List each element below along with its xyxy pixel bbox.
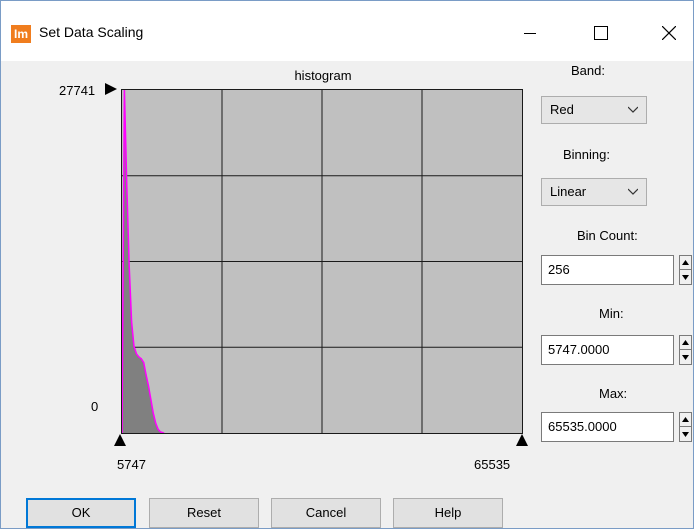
help-button[interactable]: Help bbox=[393, 498, 503, 528]
caret-up-icon bbox=[682, 417, 689, 422]
histogram-point bbox=[131, 321, 133, 323]
ok-button[interactable]: OK bbox=[26, 498, 136, 528]
y-max-label: 27741 bbox=[59, 83, 96, 98]
histogram-point bbox=[145, 374, 147, 376]
close-icon bbox=[662, 26, 676, 40]
window-title: Set Data Scaling bbox=[39, 24, 144, 40]
caret-down-icon bbox=[682, 274, 689, 280]
app-logo-icon: Im bbox=[11, 25, 31, 43]
minimize-button[interactable] bbox=[507, 15, 553, 51]
maximize-button[interactable] bbox=[578, 15, 624, 51]
band-select[interactable]: Red bbox=[541, 96, 647, 124]
caret-up-icon bbox=[682, 260, 689, 265]
max-down-button[interactable] bbox=[680, 427, 691, 441]
binning-select[interactable]: Linear bbox=[541, 178, 647, 206]
binning-label: Binning: bbox=[563, 147, 610, 162]
histogram-point bbox=[126, 185, 128, 187]
histogram-point bbox=[147, 385, 150, 387]
y-min-label: 0 bbox=[91, 399, 99, 414]
histogram-point bbox=[152, 412, 154, 414]
histogram-point bbox=[138, 356, 140, 358]
set-data-scaling-dialog: Im Set Data Scaling histogram 27741 0 57… bbox=[0, 0, 694, 529]
x-max-handle[interactable] bbox=[516, 434, 528, 446]
x-min-handle[interactable] bbox=[114, 434, 126, 446]
max-up-button[interactable] bbox=[680, 413, 691, 427]
bin-count-label: Bin Count: bbox=[577, 228, 638, 243]
binning-select-value: Linear bbox=[550, 184, 587, 199]
histogram-point bbox=[155, 422, 157, 424]
histogram-point bbox=[140, 358, 142, 360]
maximize-icon bbox=[594, 26, 608, 40]
min-label: Min: bbox=[599, 306, 624, 321]
bin-count-down-button[interactable] bbox=[680, 270, 691, 284]
histogram-point bbox=[143, 361, 145, 364]
min-up-button[interactable] bbox=[680, 336, 691, 350]
chevron-down-icon bbox=[628, 106, 638, 113]
x-min-label: 5747 bbox=[117, 457, 146, 472]
histogram-point bbox=[133, 345, 135, 347]
bin-count-spinner bbox=[679, 255, 692, 285]
histogram-point bbox=[150, 399, 152, 401]
y-max-handle[interactable] bbox=[105, 83, 117, 95]
bin-count-input[interactable]: 256 bbox=[541, 255, 674, 285]
histogram-point bbox=[128, 265, 130, 267]
max-input[interactable]: 65535.0000 bbox=[541, 412, 674, 442]
min-spinner bbox=[679, 335, 692, 365]
min-down-button[interactable] bbox=[680, 350, 691, 364]
chevron-down-icon bbox=[628, 188, 638, 195]
minimize-icon bbox=[524, 33, 536, 34]
band-select-value: Red bbox=[550, 102, 574, 117]
close-button[interactable] bbox=[646, 15, 692, 51]
min-input[interactable]: 5747.0000 bbox=[541, 335, 674, 365]
max-spinner bbox=[679, 412, 692, 442]
x-max-label: 65535 bbox=[474, 457, 511, 472]
histogram-plot bbox=[121, 89, 523, 434]
histogram-point bbox=[159, 431, 162, 433]
caret-down-icon bbox=[682, 354, 689, 360]
histogram-point bbox=[157, 428, 159, 430]
max-label: Max: bbox=[599, 386, 628, 401]
histogram-canvas bbox=[122, 90, 522, 433]
caret-down-icon bbox=[682, 431, 689, 437]
bin-count-up-button[interactable] bbox=[680, 256, 691, 270]
reset-button[interactable]: Reset bbox=[149, 498, 259, 528]
title-bar: Im Set Data Scaling bbox=[1, 1, 693, 61]
grid-lines bbox=[122, 90, 522, 433]
cancel-button[interactable]: Cancel bbox=[271, 498, 381, 528]
band-label: Band: bbox=[571, 63, 605, 78]
histogram-title: histogram bbox=[294, 68, 352, 83]
histogram-point bbox=[135, 353, 138, 355]
caret-up-icon bbox=[682, 340, 689, 345]
